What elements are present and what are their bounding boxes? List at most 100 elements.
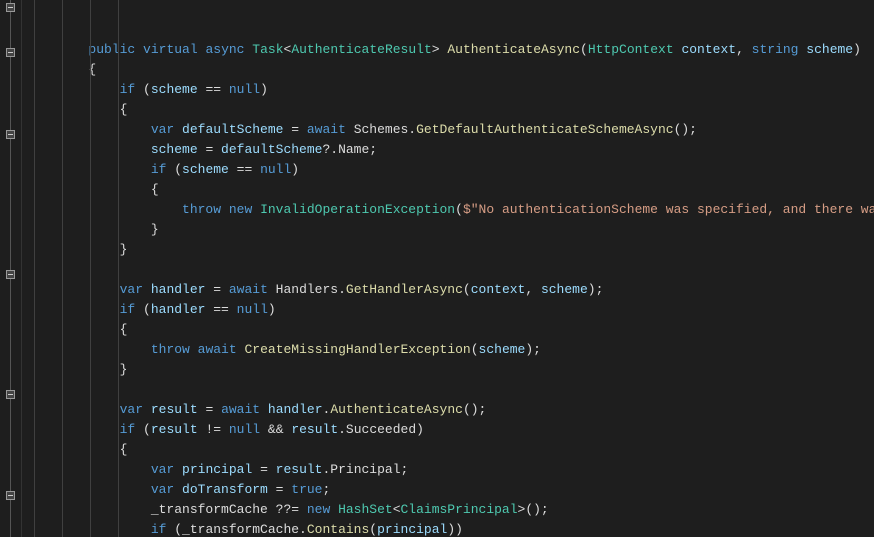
indent-guide [118, 0, 119, 537]
token-param: doTransform [182, 482, 268, 497]
code-line[interactable]: { [26, 180, 874, 200]
token-txt: ( [135, 82, 151, 97]
code-line[interactable]: if (_transformCache.Contains(principal)) [26, 520, 874, 537]
token-txt [174, 122, 182, 137]
code-line[interactable]: _transformCache ??= new HashSet<ClaimsPr… [26, 500, 874, 520]
code-line[interactable] [26, 260, 874, 280]
token-brace: { [120, 442, 128, 457]
code-line[interactable]: if (handler == null) [26, 300, 874, 320]
code-line[interactable]: } [26, 360, 874, 380]
token-brace: { [120, 102, 128, 117]
token-kw: public [88, 42, 135, 57]
token-kw: null [229, 82, 260, 97]
code-line[interactable]: throw new InvalidOperationException($"No… [26, 200, 874, 220]
fold-toggle[interactable] [6, 130, 15, 139]
token-txt: = [198, 402, 221, 417]
token-txt [260, 402, 268, 417]
code-line[interactable]: { [26, 320, 874, 340]
token-kw: null [229, 422, 260, 437]
code-line[interactable]: } [26, 240, 874, 260]
fold-toggle[interactable] [6, 390, 15, 399]
code-line[interactable]: public virtual async Task<AuthenticateRe… [26, 40, 874, 60]
code-line[interactable]: var defaultScheme = await Schemes.GetDef… [26, 120, 874, 140]
token-param: scheme [541, 282, 588, 297]
token-txt: .Succeeded) [338, 422, 424, 437]
token-txt: ( [135, 422, 151, 437]
token-cls: AuthenticateResult [291, 42, 431, 57]
code-line[interactable]: { [26, 440, 874, 460]
fold-toggle[interactable] [6, 3, 15, 12]
token-cls: InvalidOperationException [260, 202, 455, 217]
code-line[interactable]: { [26, 60, 874, 80]
token-kw: if [120, 422, 136, 437]
code-line[interactable] [26, 380, 874, 400]
token-txt [143, 282, 151, 297]
indent-guide [62, 0, 63, 537]
token-mth: AuthenticateAsync [330, 402, 463, 417]
token-txt: (); [463, 402, 486, 417]
code-line[interactable]: var principal = result.Principal; [26, 460, 874, 480]
code-line[interactable]: { [26, 100, 874, 120]
token-kw: async [205, 42, 244, 57]
token-txt: ( [135, 302, 151, 317]
token-param: scheme [806, 42, 853, 57]
token-kw: await [307, 122, 346, 137]
code-editor[interactable]: public virtual async Task<AuthenticateRe… [0, 0, 874, 537]
token-txt [143, 402, 151, 417]
code-line[interactable]: var handler = await Handlers.GetHandlerA… [26, 280, 874, 300]
token-punc: , [736, 42, 752, 57]
token-kw: if [151, 162, 167, 177]
token-punc: > [432, 42, 448, 57]
token-txt [330, 502, 338, 517]
token-param: scheme [151, 82, 198, 97]
token-punc: ( [580, 42, 588, 57]
token-mth: AuthenticateAsync [447, 42, 580, 57]
token-brace: } [120, 362, 128, 377]
fold-toggle[interactable] [6, 491, 15, 500]
token-kw: true [291, 482, 322, 497]
code-line[interactable]: var doTransform = true; [26, 480, 874, 500]
token-cls: HttpContext [588, 42, 674, 57]
token-param: context [681, 42, 736, 57]
token-txt: )) [447, 522, 463, 537]
fold-toggle[interactable] [6, 270, 15, 279]
token-cls: ClaimsPrincipal [401, 502, 518, 517]
token-kw: var [120, 282, 143, 297]
code-line[interactable]: if (scheme == null) [26, 80, 874, 100]
token-txt: == [229, 162, 260, 177]
fold-gutter[interactable] [0, 0, 22, 537]
token-txt: (_transformCache. [166, 522, 306, 537]
token-txt: = [252, 462, 275, 477]
token-brace: { [151, 182, 159, 197]
token-txt: Schemes. [346, 122, 416, 137]
token-kw: if [120, 302, 136, 317]
token-punc: ) [853, 42, 861, 57]
token-kw: await [198, 342, 237, 357]
token-txt: .Principal; [322, 462, 408, 477]
token-kw: string [752, 42, 799, 57]
token-txt: ); [588, 282, 604, 297]
code-line[interactable]: if (scheme == null) [26, 160, 874, 180]
token-txt: , [525, 282, 541, 297]
token-param: principal [182, 462, 252, 477]
token-brace: { [120, 322, 128, 337]
token-txt [174, 482, 182, 497]
code-line[interactable]: var result = await handler.AuthenticateA… [26, 400, 874, 420]
token-str: $"No authenticationScheme was specified,… [463, 202, 874, 217]
token-txt: ) [291, 162, 299, 177]
token-mth: GetDefaultAuthenticateSchemeAsync [416, 122, 673, 137]
token-txt: = [283, 122, 306, 137]
code-line[interactable]: scheme = defaultScheme?.Name; [26, 140, 874, 160]
token-param: result [151, 402, 198, 417]
fold-toggle[interactable] [6, 48, 15, 57]
token-param: handler [151, 302, 206, 317]
code-area[interactable]: public virtual async Task<AuthenticateRe… [22, 0, 874, 537]
code-line[interactable]: } [26, 220, 874, 240]
token-txt: Handlers. [268, 282, 346, 297]
token-txt: ); [525, 342, 541, 357]
code-line[interactable]: throw await CreateMissingHandlerExceptio… [26, 340, 874, 360]
token-txt: ( [455, 202, 463, 217]
code-line[interactable]: if (result != null && result.Succeeded) [26, 420, 874, 440]
token-mth: GetHandlerAsync [346, 282, 463, 297]
token-mth: CreateMissingHandlerException [244, 342, 470, 357]
